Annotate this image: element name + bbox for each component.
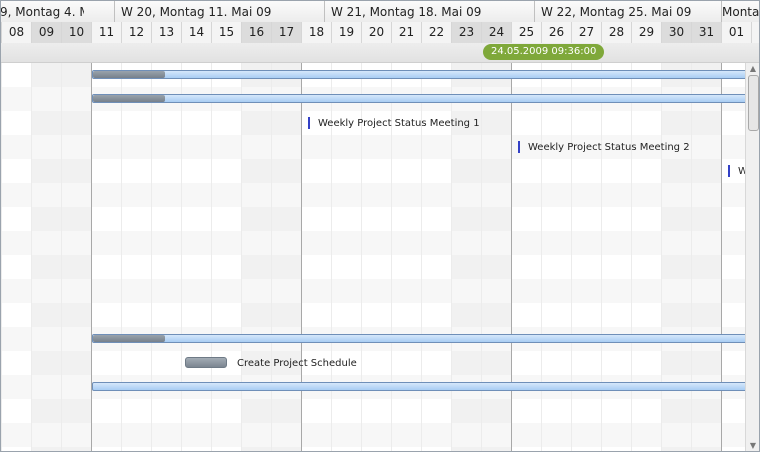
milestone-marker[interactable] (518, 141, 520, 153)
summary-task-bar[interactable] (92, 94, 745, 103)
day-gridline (121, 63, 122, 451)
week-gridline (721, 63, 722, 451)
milestone-marker[interactable] (308, 117, 310, 129)
day-header-cell: 16 (241, 22, 271, 43)
row-band (1, 183, 745, 207)
day-header-cell: 25 (511, 22, 541, 43)
day-gridline (241, 63, 242, 451)
week-header-cell: W 20, Montag 11. Mai 09 (114, 1, 324, 22)
day-header-cell: 28 (601, 22, 631, 43)
day-gridline (541, 63, 542, 451)
summary-progress-fill (93, 95, 166, 102)
task-bar[interactable] (185, 357, 227, 368)
arrow-up-icon[interactable]: ▲ (748, 64, 758, 74)
day-gridline (61, 63, 62, 451)
week-header: 9, Montag 4. Mai 09 W 20, Montag 11. Mai … (0, 1, 759, 23)
day-header-cell: 27 (571, 22, 601, 43)
week-header-cell: W 22, Montag 25. Mai 09 (534, 1, 744, 22)
day-header-cell: 19 (331, 22, 361, 43)
week-gridline (511, 63, 512, 451)
day-gridline (481, 63, 482, 451)
day-header-cell: 09 (31, 22, 61, 43)
row-band (1, 279, 745, 303)
week-header-cell: Montag 1 (721, 1, 759, 22)
day-gridline (601, 63, 602, 451)
day-header-cell: 31 (691, 22, 721, 43)
day-header-cell: 26 (541, 22, 571, 43)
day-header-cell: 01 (721, 22, 751, 43)
day-header-cell: 30 (661, 22, 691, 43)
day-header-cell: 23 (451, 22, 481, 43)
day-gridline (571, 63, 572, 451)
day-header-cell: 20 (361, 22, 391, 43)
day-header-cell: 02 (751, 22, 759, 43)
current-time-badge: 24.05.2009 09:36:00 (483, 44, 605, 60)
day-header-cell: 21 (391, 22, 421, 43)
day-header: 08 09 10 11 12 13 14 15 16 17 18 19 20 21 22 23 24 25 26 27… (1, 22, 759, 44)
summary-progress-fill (93, 335, 166, 342)
vertical-scrollbar[interactable]: ▲ ▼ (745, 63, 759, 451)
scrollbar-thumb[interactable] (748, 75, 759, 131)
gantt-chart: 9, Montag 4. Mai 09 W 20, Montag 11. Mai … (0, 0, 760, 452)
day-gridline (271, 63, 272, 451)
day-gridline (661, 63, 662, 451)
day-header-cell: 12 (121, 22, 151, 43)
day-header-cell: 17 (271, 22, 301, 43)
week-gridline (301, 63, 302, 451)
milestone-label: Weekly Project Status Meeting 3 (738, 166, 745, 178)
task-label: Create Project Schedule (237, 358, 357, 369)
day-gridline (211, 63, 212, 451)
summary-progress-fill (93, 71, 166, 78)
milestone-marker[interactable] (728, 165, 730, 177)
summary-task-bar[interactable] (92, 334, 745, 343)
day-gridline (1, 63, 2, 451)
current-time-strip: 24.05.2009 09:36:00 (1, 43, 759, 63)
arrow-down-icon[interactable]: ▼ (748, 441, 758, 451)
day-header-cell: 08 (1, 22, 31, 43)
day-header-cell: 13 (151, 22, 181, 43)
milestone-label: Weekly Project Status Meeting 1 (318, 118, 480, 129)
row-band (1, 423, 745, 447)
day-header-cell: 24 (481, 22, 511, 43)
day-header-cell: 14 (181, 22, 211, 43)
day-gridline (31, 63, 32, 451)
day-header-cell: 18 (301, 22, 331, 43)
day-header-cell: 10 (61, 22, 91, 43)
week-header-cell: 9, Montag 4. Mai 09 (0, 5, 84, 19)
week-gridline (91, 63, 92, 451)
day-header-cell: 29 (631, 22, 661, 43)
day-gridline (631, 63, 632, 451)
day-gridline (151, 63, 152, 451)
day-header-cell: 22 (421, 22, 451, 43)
milestone-label: Weekly Project Status Meeting 2 (528, 142, 690, 153)
row-band (1, 231, 745, 255)
day-gridline (181, 63, 182, 451)
gantt-body[interactable]: Weekly Project Status Meeting 1 Weekly Pr… (1, 63, 745, 451)
summary-task-bar[interactable] (92, 70, 745, 79)
day-header-cell: 15 (211, 22, 241, 43)
day-header-cell: 11 (91, 22, 121, 43)
day-gridline (691, 63, 692, 451)
week-header-cell: W 21, Montag 18. Mai 09 (324, 1, 534, 22)
summary-task-bar[interactable] (92, 382, 745, 391)
